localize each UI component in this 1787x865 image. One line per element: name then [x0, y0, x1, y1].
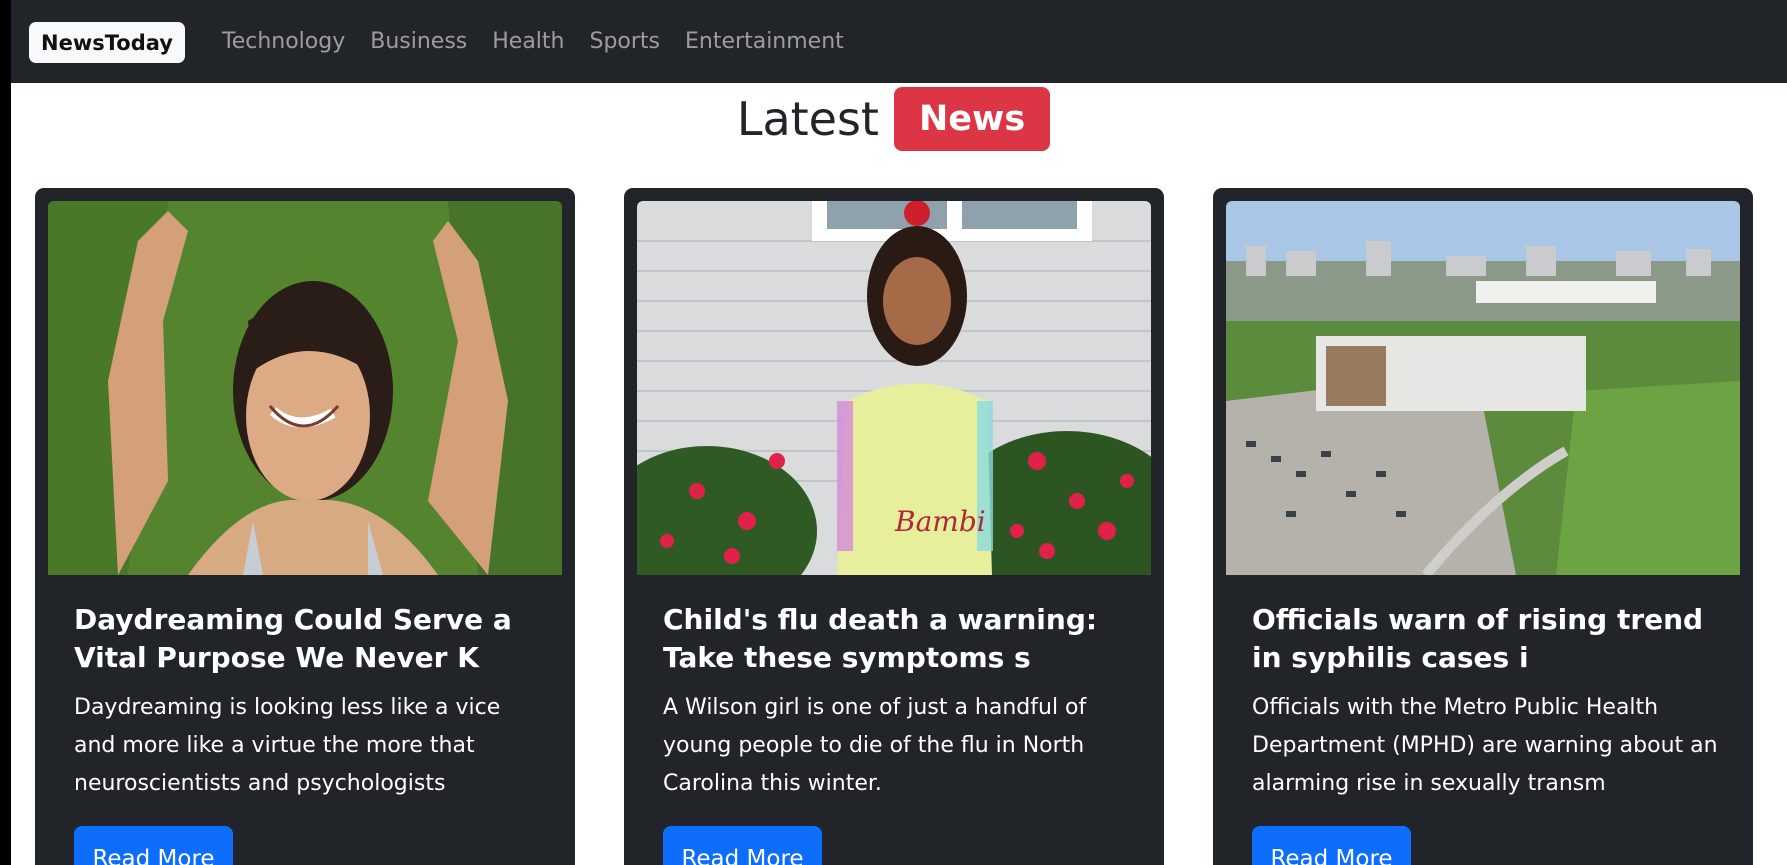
- article-description: Daydreaming is looking less like a vice …: [74, 695, 501, 796]
- nav-link-entertainment[interactable]: Entertainment: [685, 29, 844, 54]
- article-description: Officials with the Metro Public Health D…: [1252, 695, 1718, 796]
- read-more-button[interactable]: Read More: [1252, 826, 1411, 865]
- nav-links: Technology Business Health Sports Entert…: [222, 0, 869, 83]
- news-card-2: Bambi Child's flu death a warning: Take …: [624, 188, 1164, 865]
- news-card-1: Daydreaming Could Serve a Vital Purpose …: [35, 188, 575, 865]
- page-heading: Latest News: [0, 87, 1787, 151]
- svg-text:Bambi: Bambi: [894, 505, 986, 538]
- news-card-3: Officials warn of rising trend in syphil…: [1213, 188, 1753, 865]
- nav-link-health[interactable]: Health: [492, 29, 564, 54]
- nav-link-sports[interactable]: Sports: [590, 29, 661, 54]
- article-title[interactable]: Child's flu death a warning: Take these …: [663, 601, 1133, 677]
- article-image-woman-on-grass[interactable]: [48, 201, 562, 575]
- read-more-button[interactable]: Read More: [663, 826, 822, 865]
- nav-link-technology[interactable]: Technology: [222, 29, 345, 54]
- nav-link-business[interactable]: Business: [370, 29, 467, 54]
- heading-text: Latest: [736, 92, 879, 146]
- brand-logo[interactable]: NewsToday: [29, 22, 185, 63]
- read-more-button[interactable]: Read More: [74, 826, 233, 865]
- article-title[interactable]: Officials warn of rising trend in syphil…: [1252, 601, 1722, 677]
- article-description: A Wilson girl is one of just a handful o…: [663, 695, 1087, 796]
- top-navbar: NewsToday Technology Business Health Spo…: [11, 0, 1787, 83]
- article-image-aerial-city[interactable]: [1226, 201, 1740, 575]
- article-image-girl-by-house[interactable]: Bambi: [637, 201, 1151, 575]
- heading-badge: News: [893, 87, 1051, 151]
- article-title[interactable]: Daydreaming Could Serve a Vital Purpose …: [74, 601, 544, 677]
